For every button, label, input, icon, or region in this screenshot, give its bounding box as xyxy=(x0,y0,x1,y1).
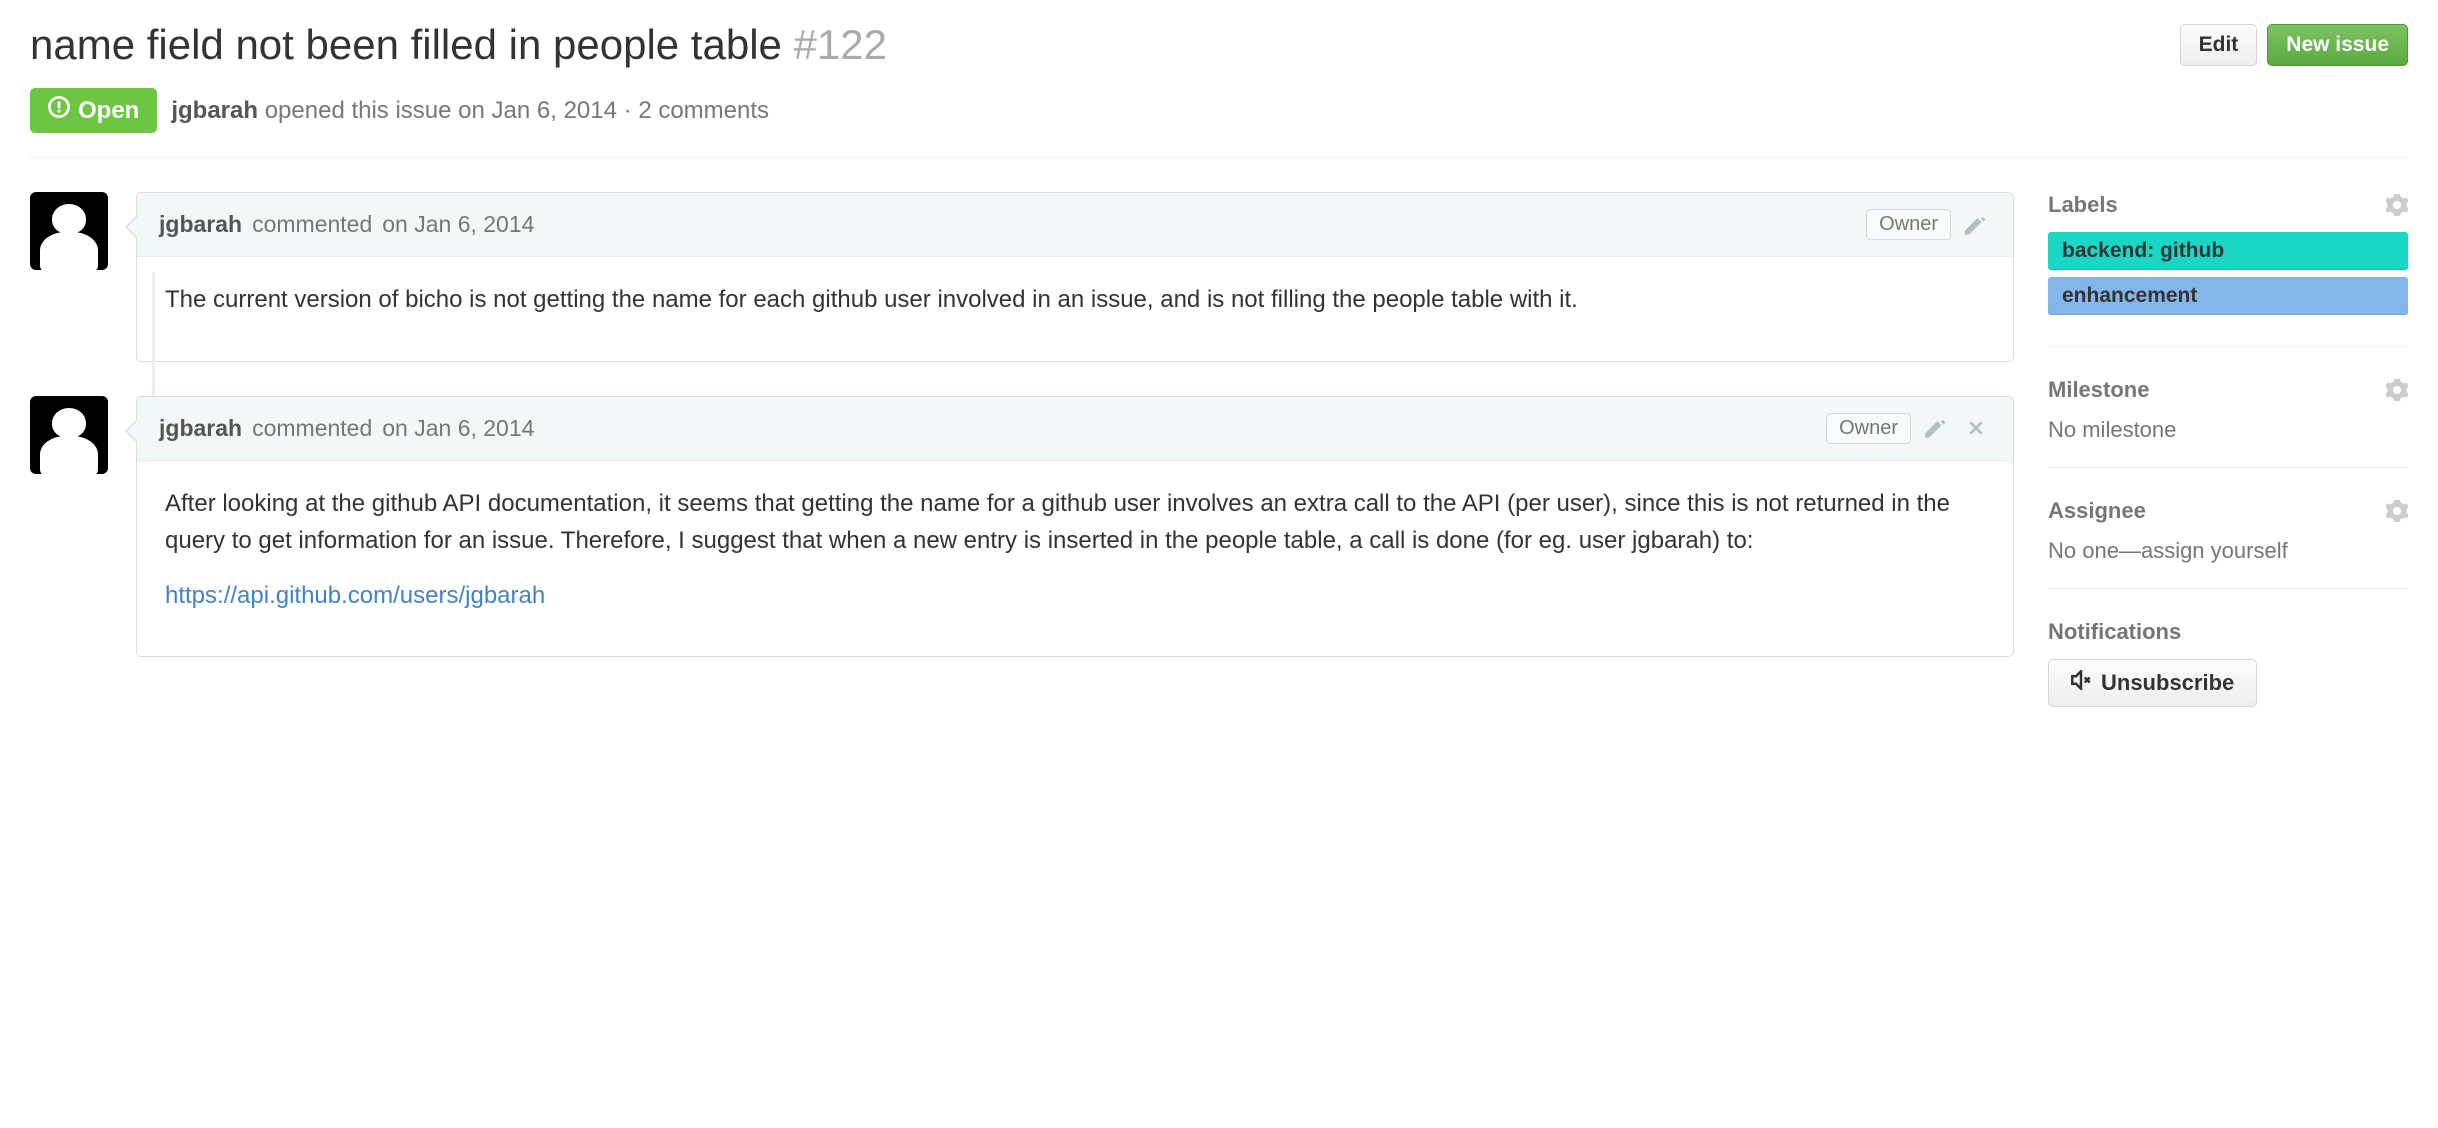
notifications-heading: Notifications xyxy=(2048,619,2181,645)
state-badge: Open xyxy=(30,88,157,133)
mute-icon xyxy=(2071,670,2091,696)
gear-icon[interactable] xyxy=(2386,379,2408,401)
issue-author-link[interactable]: jgbarah xyxy=(171,97,258,124)
milestone-value: No milestone xyxy=(2048,417,2408,443)
comment-body: The current version of bicho is not gett… xyxy=(137,257,2013,360)
comment-text: After looking at the github API document… xyxy=(165,485,1985,559)
comment-action: commented xyxy=(252,211,372,238)
issue-open-icon xyxy=(48,96,70,125)
pencil-icon[interactable] xyxy=(1961,210,1991,240)
milestone-heading: Milestone xyxy=(2048,377,2149,403)
discussion-thread: jgbarah commented on Jan 6, 2014 Owner T… xyxy=(30,192,2014,761)
comment-action: commented xyxy=(252,415,372,442)
comment-author-link[interactable]: jgbarah xyxy=(159,211,242,238)
assign-yourself-link[interactable]: assign yourself xyxy=(2141,538,2288,563)
role-badge: Owner xyxy=(1866,209,1951,240)
comment-author-link[interactable]: jgbarah xyxy=(159,415,242,442)
comment-item: jgbarah commented on Jan 6, 2014 Owner T… xyxy=(30,192,2014,361)
comment-box: jgbarah commented on Jan 6, 2014 Owner T… xyxy=(136,192,2014,361)
gear-icon[interactable] xyxy=(2386,194,2408,216)
comment-header: jgbarah commented on Jan 6, 2014 Owner xyxy=(137,397,2013,461)
pencil-icon[interactable] xyxy=(1921,413,1951,443)
comment-link[interactable]: https://api.github.com/users/jgbarah xyxy=(165,582,545,609)
comment-header: jgbarah commented on Jan 6, 2014 Owner xyxy=(137,193,2013,257)
issue-byline: jgbarah opened this issue on Jan 6, 2014… xyxy=(171,97,769,125)
notifications-block: Notifications Unsubscribe xyxy=(2048,619,2408,731)
unsubscribe-button[interactable]: Unsubscribe xyxy=(2048,659,2257,707)
assignee-block: Assignee No one—assign yourself xyxy=(2048,498,2408,589)
sidebar: Labels backend: github enhancement Milest… xyxy=(2048,192,2408,761)
issue-title-text: name field not been filled in people tab… xyxy=(30,21,782,68)
milestone-block: Milestone No milestone xyxy=(2048,377,2408,468)
assignee-value: No one—assign yourself xyxy=(2048,538,2408,564)
assignee-heading: Assignee xyxy=(2048,498,2146,524)
comment-box: jgbarah commented on Jan 6, 2014 Owner A… xyxy=(136,396,2014,658)
comment-text: The current version of bicho is not gett… xyxy=(165,281,1985,318)
issue-meta: Open jgbarah opened this issue on Jan 6,… xyxy=(30,88,2408,158)
labels-heading: Labels xyxy=(2048,192,2118,218)
new-issue-button[interactable]: New issue xyxy=(2267,24,2408,66)
gear-icon[interactable] xyxy=(2386,500,2408,522)
labels-block: Labels backend: github enhancement xyxy=(2048,192,2408,347)
avatar[interactable] xyxy=(30,192,108,270)
unsubscribe-label: Unsubscribe xyxy=(2101,670,2234,696)
role-badge: Owner xyxy=(1826,413,1911,444)
issue-title: name field not been filled in people tab… xyxy=(30,20,2164,70)
comment-date-link[interactable]: on Jan 6, 2014 xyxy=(382,211,534,238)
header-actions: Edit New issue xyxy=(2180,24,2408,66)
close-icon[interactable] xyxy=(1961,413,1991,443)
label-chip[interactable]: enhancement xyxy=(2048,277,2408,315)
state-text: Open xyxy=(78,97,139,125)
comment-body: After looking at the github API document… xyxy=(137,461,2013,657)
label-chip[interactable]: backend: github xyxy=(2048,232,2408,270)
comment-item: jgbarah commented on Jan 6, 2014 Owner A… xyxy=(30,396,2014,658)
comment-date-link[interactable]: on Jan 6, 2014 xyxy=(382,415,534,442)
issue-number: #122 xyxy=(794,21,887,68)
edit-button[interactable]: Edit xyxy=(2180,24,2258,66)
avatar[interactable] xyxy=(30,396,108,474)
